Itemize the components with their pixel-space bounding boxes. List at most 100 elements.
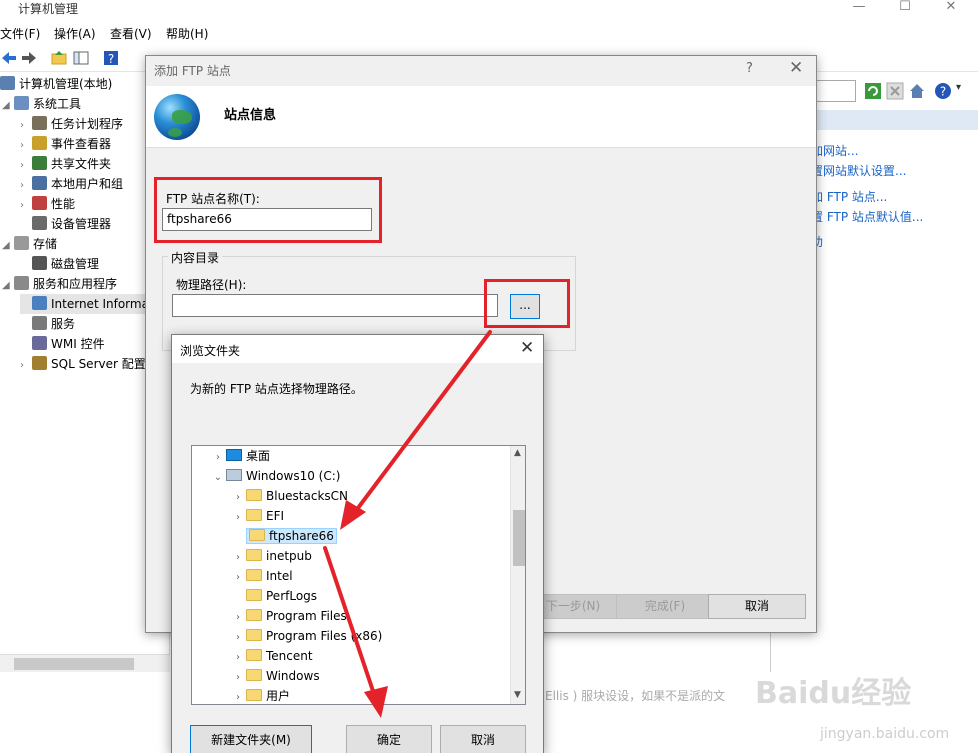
tree-item-label: SQL Server 配置	[51, 357, 146, 371]
folder-tree-item[interactable]: › BluestacksCN	[230, 486, 348, 506]
tree-scroll-thumb[interactable]	[14, 658, 134, 670]
close-button[interactable]: ✕	[928, 0, 974, 22]
new-folder-button[interactable]: 新建文件夹(M)	[190, 725, 312, 753]
expand-arrow-icon[interactable]: ›	[230, 508, 246, 528]
expand-arrow-icon[interactable]: ›	[230, 568, 246, 588]
expand-arrow-icon[interactable]: ›	[210, 448, 226, 468]
physical-path-input[interactable]	[172, 294, 498, 317]
show-hide-tree-icon[interactable]	[72, 49, 90, 67]
globe-icon	[154, 94, 200, 140]
folder-tree-scroll-thumb[interactable]	[513, 510, 525, 566]
forward-icon[interactable]	[20, 49, 38, 67]
folder-tree-item[interactable]: ftpshare66	[230, 526, 337, 546]
back-icon[interactable]	[0, 49, 18, 67]
tree-item[interactable]: WMI 控件	[20, 334, 105, 354]
menu-action[interactable]: 操作(A)	[54, 25, 96, 42]
tree-item[interactable]: ◢ 服务和应用程序	[2, 274, 117, 294]
expand-arrow-icon[interactable]: ›	[20, 196, 32, 216]
menu-view[interactable]: 查看(V)	[110, 25, 152, 42]
desktop-icon	[226, 449, 242, 461]
expand-arrow-icon[interactable]: ›	[230, 628, 246, 648]
expand-arrow-icon[interactable]: ◢	[2, 276, 14, 296]
minimize-button[interactable]: —	[836, 0, 882, 22]
expand-arrow-icon[interactable]: ◢	[2, 96, 14, 116]
tree-horizontal-scrollbar[interactable]	[0, 654, 170, 672]
folder-name: EFI	[266, 509, 285, 523]
tree-item-label: 服务和应用程序	[33, 277, 118, 291]
dialog-close-button[interactable]: ✕	[789, 58, 803, 78]
folder-entry: Program Files (x86)	[246, 629, 382, 643]
refresh-icon[interactable]	[864, 82, 882, 100]
tree-item[interactable]: › 任务计划程序	[20, 114, 123, 134]
stop-icon[interactable]	[886, 82, 904, 100]
scroll-up-icon[interactable]: ▲	[514, 448, 521, 458]
tree-item[interactable]: › 性能	[20, 194, 75, 214]
folder-tree-item[interactable]: › 桌面	[210, 446, 270, 466]
menu-file[interactable]: 文件(F)	[0, 25, 40, 42]
tree-item-icon	[32, 316, 47, 330]
folder-tree-item[interactable]: › Program Files (x86)	[230, 626, 382, 646]
wizard-cancel-button[interactable]: 取消	[708, 594, 806, 619]
folder-icon	[246, 689, 262, 701]
tree-item[interactable]: › 事件查看器	[20, 134, 111, 154]
expand-arrow-icon[interactable]: ›	[20, 356, 32, 376]
folder-tree-item[interactable]: › Tencent	[230, 646, 313, 666]
folder-tree-item[interactable]: ⌄ Windows10 (C:)	[210, 466, 340, 486]
folder-icon	[246, 589, 262, 601]
menu-help[interactable]: 帮助(H)	[166, 25, 208, 42]
tree-item[interactable]: 服务	[20, 314, 75, 334]
expand-arrow-icon[interactable]: ›	[20, 156, 32, 176]
maximize-button[interactable]: ☐	[882, 0, 928, 22]
tree-item-icon	[32, 136, 47, 150]
expand-arrow-icon[interactable]: ›	[230, 688, 246, 704]
iis-help-icon[interactable]: ?	[934, 82, 952, 100]
tree-item[interactable]: › 共享文件夹	[20, 154, 111, 174]
dialog-help-button[interactable]: ?	[746, 61, 753, 76]
action-website-defaults[interactable]: 置网站默认设置...	[811, 162, 906, 179]
help-icon[interactable]: ?	[102, 49, 120, 67]
expand-arrow-icon[interactable]: ›	[230, 488, 246, 508]
action-ftp-defaults[interactable]: 置 FTP 站点默认值...	[811, 208, 923, 225]
browse-close-button[interactable]: ✕	[520, 338, 534, 358]
expand-arrow-icon[interactable]: ›	[20, 116, 32, 136]
folder-tree-item[interactable]: › inetpub	[230, 546, 312, 566]
tree-root[interactable]: 计算机管理(本地)	[0, 74, 112, 94]
folder-tree-item[interactable]: › Program Files	[230, 606, 347, 626]
folder-tree-scrollbar[interactable]: ▲ ▼	[510, 446, 525, 704]
iis-help-dropdown-icon[interactable]: ▾	[956, 82, 961, 93]
folder-tree[interactable]: › 桌面 ⌄ Windows10 (C:) › BluestacksCN › EFI ftpsh…	[191, 445, 526, 705]
expand-arrow-icon[interactable]: ⌄	[210, 468, 226, 488]
folder-tree-item[interactable]: › 用户	[230, 686, 290, 704]
expand-arrow-icon[interactable]: ›	[20, 136, 32, 156]
tree-item[interactable]: › 本地用户和组	[20, 174, 123, 194]
iis-address-box[interactable]	[812, 80, 856, 102]
tree-item-icon	[32, 356, 47, 370]
folder-tree-item[interactable]: › Intel	[230, 566, 293, 586]
tree-item[interactable]: ◢ 系统工具	[2, 94, 81, 114]
tree-item[interactable]: 磁盘管理	[20, 254, 99, 274]
tree-item[interactable]: › SQL Server 配置	[20, 354, 146, 374]
tree-item-icon	[32, 336, 47, 350]
folder-tree-item[interactable]: PerfLogs	[230, 586, 317, 606]
finish-button[interactable]: 完成(F)	[616, 594, 714, 619]
home-icon[interactable]	[908, 82, 926, 100]
folder-tree-item[interactable]: › Windows	[230, 666, 320, 686]
tree-item[interactable]: 设备管理器	[20, 214, 111, 234]
expand-arrow-icon[interactable]: ›	[230, 548, 246, 568]
action-add-website[interactable]: 加网站...	[811, 142, 858, 159]
expand-arrow-icon[interactable]: ›	[230, 668, 246, 688]
site-name-input[interactable]: ftpshare66	[162, 208, 372, 231]
folder-entry: inetpub	[246, 549, 312, 563]
up-folder-icon[interactable]	[50, 49, 68, 67]
expand-arrow-icon[interactable]: ›	[20, 176, 32, 196]
folder-tree-item[interactable]: › EFI	[230, 506, 284, 526]
ok-button[interactable]: 确定	[346, 725, 432, 753]
action-add-ftp-site[interactable]: 加 FTP 站点...	[811, 188, 887, 205]
tree-item[interactable]: ◢ 存储	[2, 234, 57, 254]
browse-cancel-button[interactable]: 取消	[440, 725, 526, 753]
scroll-down-icon[interactable]: ▼	[514, 690, 521, 700]
expand-arrow-icon[interactable]: ›	[230, 648, 246, 668]
expand-arrow-icon[interactable]: ›	[230, 608, 246, 628]
folder-name: Tencent	[266, 649, 313, 663]
expand-arrow-icon[interactable]: ◢	[2, 236, 14, 256]
